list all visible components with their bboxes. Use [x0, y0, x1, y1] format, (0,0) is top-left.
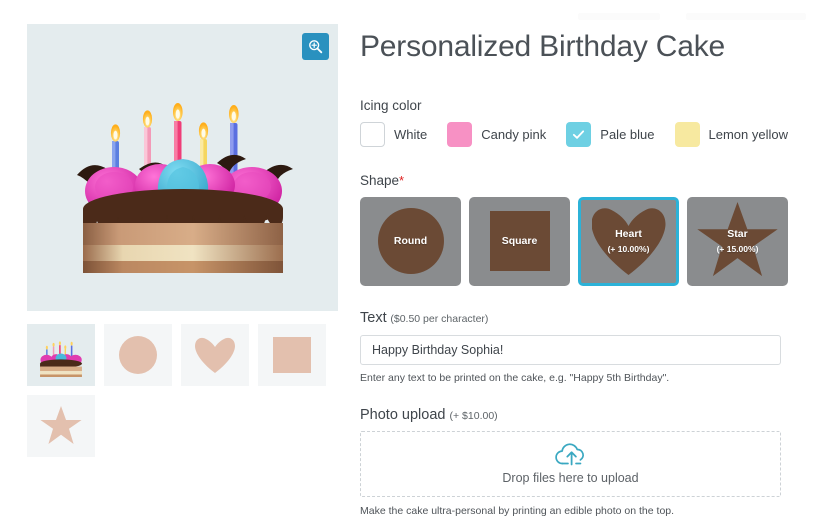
thumbnail-star[interactable] [27, 395, 95, 457]
product-options-panel: Personalized Birthday Cake Icing color W… [360, 0, 805, 517]
shape-name-heart: Heart [615, 228, 642, 240]
file-dropzone[interactable]: Drop files here to upload [360, 431, 781, 497]
shape-label-text: Shape [360, 173, 399, 188]
icing-label-lemon-yellow: Lemon yellow [709, 127, 789, 142]
text-price-note: ($0.50 per character) [390, 313, 488, 325]
icing-option-lemon-yellow[interactable]: Lemon yellow [675, 122, 789, 147]
cake-text-input[interactable] [360, 335, 781, 365]
shape-price-star: (+ 15.00%) [717, 244, 759, 254]
photo-upload-label: Photo upload (+ $10.00) [360, 407, 805, 423]
text-label: Text ($0.50 per character) [360, 310, 805, 326]
square-shape-caption: Square [472, 235, 567, 247]
shape-name-star: Star [727, 228, 747, 240]
round-shape-caption: Round [363, 235, 458, 247]
swatch-candy-pink[interactable] [447, 122, 472, 147]
photo-upload-group: Photo upload (+ $10.00) Drop files here … [360, 407, 805, 517]
hero-image[interactable] [27, 24, 338, 311]
zoom-image-button[interactable] [302, 33, 329, 60]
icing-color-group: Icing color White [360, 98, 805, 147]
star-shape-icon [40, 406, 82, 446]
dropzone-text: Drop files here to upload [502, 471, 638, 485]
cake-body [83, 189, 283, 273]
shape-label: Shape* [360, 173, 805, 188]
thumbnail-cake-photo[interactable] [27, 324, 95, 386]
star-shape-caption: Star (+ 15.00%) [690, 228, 785, 254]
shape-price-heart: (+ 10.00%) [608, 244, 650, 254]
heart-shape-icon [195, 337, 235, 373]
birthday-cake-graphic [67, 63, 299, 273]
swatch-white[interactable] [360, 122, 385, 147]
thumbnail-square[interactable] [258, 324, 326, 386]
page-title: Personalized Birthday Cake [360, 30, 805, 65]
shape-option-square[interactable]: Square [469, 197, 570, 286]
thumb-cake-graphic [35, 333, 87, 377]
text-group: Text ($0.50 per character) Enter any tex… [360, 310, 805, 384]
heart-shape-caption: Heart (+ 10.00%) [581, 228, 676, 254]
icing-label-pale-blue: Pale blue [600, 127, 654, 142]
icing-label-candy-pink: Candy pink [481, 127, 546, 142]
square-shape-icon [273, 337, 311, 373]
icing-option-white[interactable]: White [360, 122, 427, 147]
photo-upload-price-note: (+ $10.00) [450, 410, 498, 422]
cake-illustration [27, 24, 338, 311]
shape-group: Shape* Round Square [360, 173, 805, 286]
thumbnail-round[interactable] [104, 324, 172, 386]
swatch-pale-blue[interactable] [566, 122, 591, 147]
thumbnail-heart[interactable] [181, 324, 249, 386]
icing-color-options: White Candy pink [360, 122, 805, 147]
thumbnail-strip [27, 324, 347, 457]
shape-name-round: Round [394, 235, 427, 247]
text-label-text: Text [360, 310, 387, 326]
product-gallery [27, 24, 338, 457]
shape-options: Round Square Heart (+ 10.00%) [360, 197, 805, 286]
check-icon [572, 128, 585, 141]
cloud-upload-icon [554, 442, 588, 468]
shape-name-square: Square [502, 235, 538, 247]
photo-upload-help: Make the cake ultra-personal by printing… [360, 505, 805, 517]
circle-shape-icon [119, 336, 157, 374]
icing-option-candy-pink[interactable]: Candy pink [447, 122, 546, 147]
product-page: Personalized Birthday Cake Icing color W… [0, 0, 820, 531]
shape-option-star[interactable]: Star (+ 15.00%) [687, 197, 788, 286]
magnifier-plus-icon [308, 39, 323, 54]
shape-option-heart[interactable]: Heart (+ 10.00%) [578, 197, 679, 286]
text-help: Enter any text to be printed on the cake… [360, 372, 805, 384]
icing-option-pale-blue[interactable]: Pale blue [566, 122, 654, 147]
icing-label-white: White [394, 127, 427, 142]
icing-color-label: Icing color [360, 98, 805, 113]
shape-option-round[interactable]: Round [360, 197, 461, 286]
swatch-lemon-yellow[interactable] [675, 122, 700, 147]
required-marker: * [399, 173, 404, 188]
photo-upload-label-text: Photo upload [360, 407, 445, 423]
